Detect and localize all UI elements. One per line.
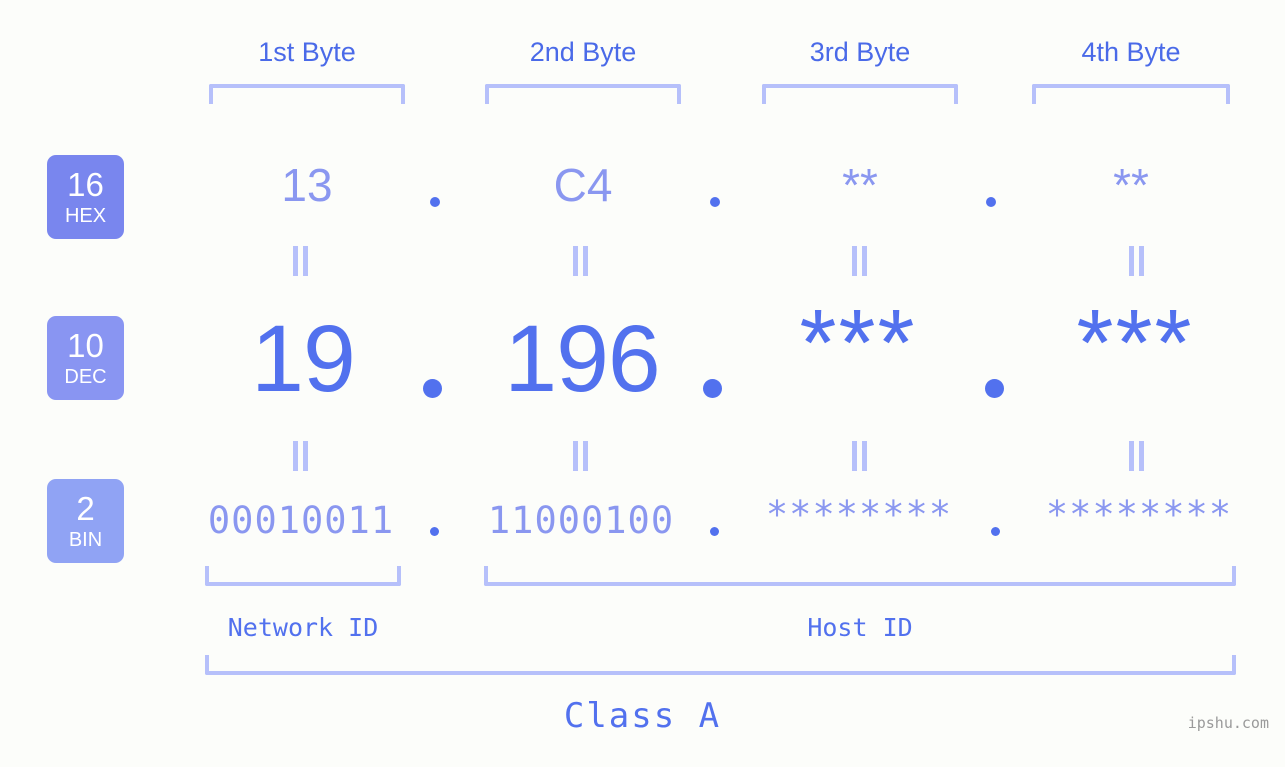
hex-separator-3	[986, 197, 996, 207]
base-badge-dec-number: 10	[67, 327, 104, 364]
watermark: ipshu.com	[1187, 714, 1269, 732]
bin-separator-3	[991, 527, 1000, 536]
dec-byte-2: 196	[504, 306, 661, 412]
byte-header-4: 4th Byte	[1081, 37, 1181, 67]
equals-mark-hex-dec-1	[290, 246, 312, 276]
bin-separator-1	[430, 527, 439, 536]
ip-address-breakdown-diagram: 1st Byte 2nd Byte 3rd Byte 4th Byte 16 H…	[0, 0, 1285, 767]
network-id-label: Network ID	[227, 613, 379, 642]
base-badge-bin: 2 BIN	[47, 479, 124, 563]
equals-mark-dec-bin-4	[1126, 441, 1148, 471]
class-bracket	[205, 655, 1236, 675]
bin-byte-3: ********	[765, 493, 953, 536]
equals-mark-hex-dec-2	[570, 246, 592, 276]
byte-bracket-1	[209, 84, 405, 104]
bin-separator-2	[710, 527, 719, 536]
dec-byte-1: 19	[251, 306, 356, 412]
byte-bracket-3	[762, 84, 958, 104]
hex-separator-1	[430, 197, 440, 207]
base-badge-dec: 10 DEC	[47, 316, 124, 400]
hex-byte-2: C4	[553, 159, 613, 211]
dec-separator-3	[985, 379, 1004, 398]
hex-byte-4: **	[1113, 159, 1149, 211]
host-id-bracket	[484, 566, 1236, 586]
byte-header-2: 2nd Byte	[529, 37, 637, 67]
byte-header-1: 1st Byte	[258, 37, 356, 67]
bin-byte-1: 00010011	[207, 499, 395, 542]
equals-mark-dec-bin-2	[570, 441, 592, 471]
host-id-label: Host ID	[807, 613, 913, 642]
equals-mark-hex-dec-4	[1126, 246, 1148, 276]
byte-bracket-2	[485, 84, 681, 104]
base-badge-hex-name: HEX	[64, 205, 107, 227]
base-badge-hex: 16 HEX	[47, 155, 124, 239]
dec-separator-1	[423, 379, 442, 398]
equals-mark-dec-bin-3	[849, 441, 871, 471]
base-badge-hex-number: 16	[67, 166, 104, 203]
bin-byte-2: 11000100	[487, 499, 675, 542]
class-label: Class A	[563, 696, 722, 736]
bin-byte-4: ********	[1045, 493, 1233, 536]
dec-byte-3: ***	[799, 290, 917, 396]
byte-bracket-4	[1032, 84, 1230, 104]
base-badge-dec-name: DEC	[64, 366, 107, 388]
hex-byte-3: **	[842, 159, 878, 211]
base-badge-bin-name: BIN	[68, 529, 103, 551]
equals-mark-hex-dec-3	[849, 246, 871, 276]
dec-separator-2	[703, 379, 722, 398]
equals-mark-dec-bin-1	[290, 441, 312, 471]
byte-header-3: 3rd Byte	[809, 37, 911, 67]
dec-byte-4: ***	[1076, 290, 1194, 396]
hex-separator-2	[710, 197, 720, 207]
network-id-bracket	[205, 566, 401, 586]
base-badge-bin-number: 2	[76, 490, 95, 527]
hex-byte-1: 13	[281, 159, 333, 211]
